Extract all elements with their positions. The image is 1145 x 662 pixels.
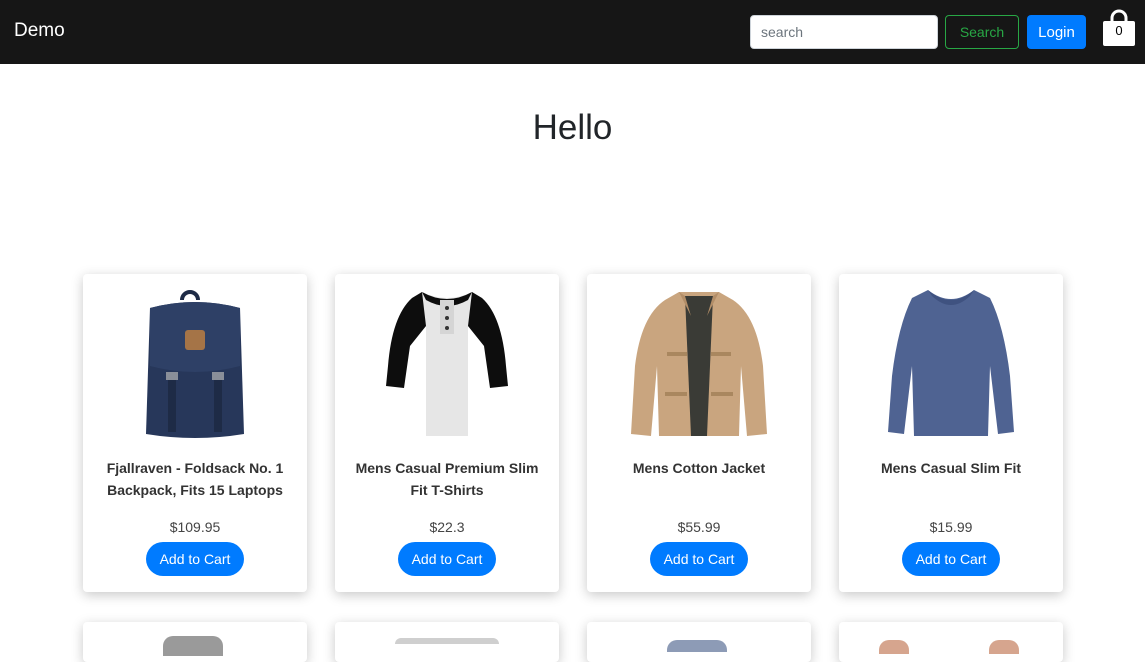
- add-to-cart-button[interactable]: Add to Cart: [146, 542, 244, 576]
- product-image[interactable]: [879, 640, 909, 654]
- raglan-tshirt-image[interactable]: [335, 286, 559, 446]
- product-card: [83, 622, 307, 662]
- cotton-jacket-image[interactable]: [587, 286, 811, 446]
- product-card: [587, 622, 811, 662]
- add-to-cart-button[interactable]: Add to Cart: [398, 542, 496, 576]
- product-title[interactable]: Mens Cotton Jacket: [599, 457, 799, 479]
- product-image[interactable]: [395, 638, 499, 644]
- product-price: $22.3: [429, 519, 465, 535]
- page-title: Hello: [532, 108, 613, 147]
- product-title[interactable]: Mens Casual Slim Fit: [851, 457, 1051, 479]
- login-button[interactable]: Login: [1027, 15, 1086, 49]
- product-card: Mens Cotton Jacket $55.99 Add to Cart: [587, 274, 811, 592]
- product-image[interactable]: [667, 640, 727, 652]
- product-card: Fjallraven - Foldsack No. 1 Backpack, Fi…: [83, 274, 307, 592]
- add-to-cart-button[interactable]: Add to Cart: [650, 542, 748, 576]
- product-title[interactable]: Fjallraven - Foldsack No. 1 Backpack, Fi…: [95, 457, 295, 501]
- product-image[interactable]: [163, 636, 223, 656]
- product-card: [335, 622, 559, 662]
- product-price: $15.99: [929, 519, 973, 535]
- product-card: Mens Casual Premium Slim Fit T-Shirts $2…: [335, 274, 559, 592]
- product-title[interactable]: Mens Casual Premium Slim Fit T-Shirts: [347, 457, 547, 501]
- add-to-cart-button[interactable]: Add to Cart: [902, 542, 1000, 576]
- search-button[interactable]: Search: [945, 15, 1019, 49]
- search-input[interactable]: [750, 15, 938, 49]
- product-card: Mens Casual Slim Fit $15.99 Add to Cart: [839, 274, 1063, 592]
- navbar: Demo Search Login 0: [0, 0, 1145, 64]
- product-card: [839, 622, 1063, 662]
- cart-button[interactable]: 0: [1101, 9, 1137, 49]
- product-price: $109.95: [169, 519, 221, 535]
- product-price: $55.99: [677, 519, 721, 535]
- cart-count-badge: 0: [1115, 23, 1123, 38]
- backpack-image[interactable]: [83, 286, 307, 446]
- product-image[interactable]: [989, 640, 1019, 654]
- brand-link[interactable]: Demo: [14, 20, 65, 42]
- longsleeve-shirt-image[interactable]: [839, 286, 1063, 446]
